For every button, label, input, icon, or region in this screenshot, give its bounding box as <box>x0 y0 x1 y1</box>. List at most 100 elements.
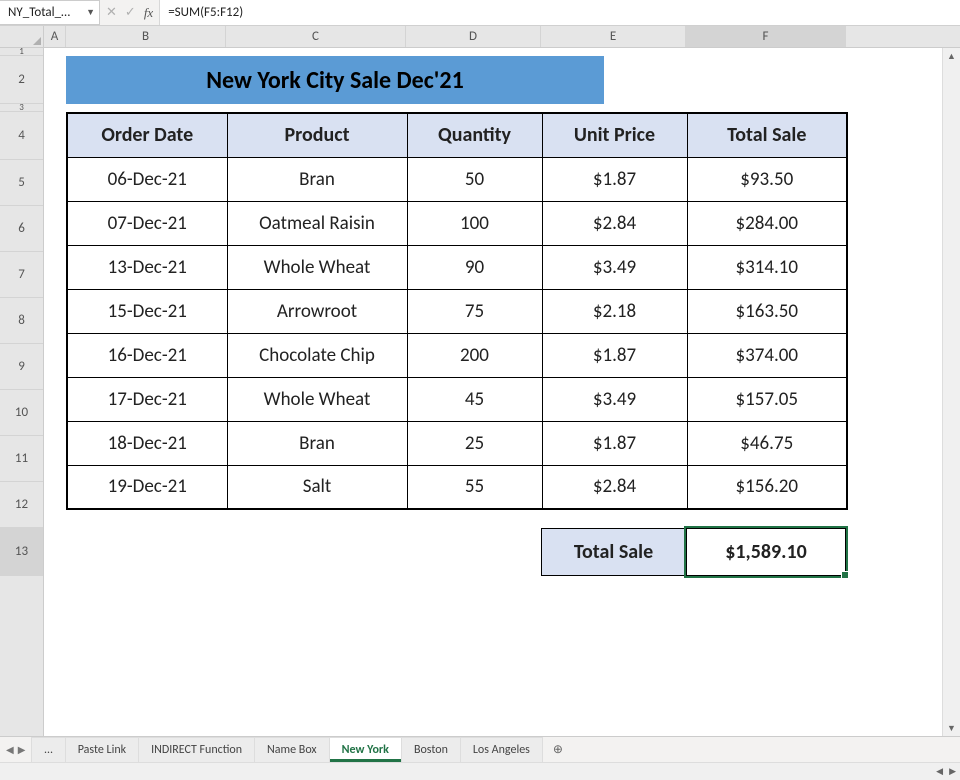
col-F[interactable]: F <box>686 26 846 47</box>
table-row: 16-Dec-21Chocolate Chip200$1.87$374.00 <box>67 333 847 377</box>
tab-indirect[interactable]: INDIRECT Function <box>139 737 255 762</box>
row-8[interactable]: 8 <box>0 298 43 344</box>
cell-price[interactable]: $1.87 <box>542 421 687 465</box>
row-13[interactable]: 13 <box>0 528 43 576</box>
cell-qty[interactable]: 75 <box>407 289 542 333</box>
cell-product[interactable]: Whole Wheat <box>227 245 407 289</box>
cell-total[interactable]: $46.75 <box>687 421 847 465</box>
cell-qty[interactable]: 45 <box>407 377 542 421</box>
tab-paste-link[interactable]: Paste Link <box>66 737 139 762</box>
formula-bar: NY_Total_… ▼ ✕ ✓ fx =SUM(F5:F12) <box>0 0 960 26</box>
cell-price[interactable]: $2.84 <box>542 465 687 509</box>
th-quantity[interactable]: Quantity <box>407 113 542 157</box>
tab-new-york[interactable]: New York <box>330 737 402 762</box>
tab-los-angeles[interactable]: Los Angeles <box>461 737 543 762</box>
cell-qty[interactable]: 200 <box>407 333 542 377</box>
cell-total[interactable]: $284.00 <box>687 201 847 245</box>
tab-nav-next-icon[interactable]: ▶ <box>18 743 26 756</box>
col-A[interactable]: A <box>44 26 66 47</box>
row-6[interactable]: 6 <box>0 206 43 252</box>
row-9[interactable]: 9 <box>0 344 43 390</box>
table-row: 19-Dec-21Salt55$2.84$156.20 <box>67 465 847 509</box>
name-box-text: NY_Total_… <box>8 5 70 20</box>
name-box[interactable]: NY_Total_… ▼ <box>0 0 100 25</box>
cell-price[interactable]: $1.87 <box>542 333 687 377</box>
cell-total[interactable]: $157.05 <box>687 377 847 421</box>
add-sheet-button[interactable]: ⊕ <box>543 737 573 762</box>
cell-date[interactable]: 13-Dec-21 <box>67 245 227 289</box>
cell-product[interactable]: Whole Wheat <box>227 377 407 421</box>
table-row: 17-Dec-21Whole Wheat45$3.49$157.05 <box>67 377 847 421</box>
cell-date[interactable]: 19-Dec-21 <box>67 465 227 509</box>
scroll-up-icon[interactable]: ▲ <box>943 48 960 64</box>
row-11[interactable]: 11 <box>0 436 43 482</box>
tab-namebox[interactable]: Name Box <box>255 737 330 762</box>
th-orderdate[interactable]: Order Date <box>67 113 227 157</box>
cell-total[interactable]: $93.50 <box>687 157 847 201</box>
cell-price[interactable]: $3.49 <box>542 377 687 421</box>
th-product[interactable]: Product <box>227 113 407 157</box>
cell-price[interactable]: $2.84 <box>542 201 687 245</box>
row-3[interactable]: 3 <box>0 104 43 112</box>
column-headers: A B C D E F <box>0 26 960 48</box>
cell-product[interactable]: Bran <box>227 157 407 201</box>
cancel-formula-icon[interactable]: ✕ <box>106 5 117 20</box>
cell-date[interactable]: 06-Dec-21 <box>67 157 227 201</box>
row-4[interactable]: 4 <box>0 112 43 160</box>
cell-date[interactable]: 15-Dec-21 <box>67 289 227 333</box>
cell-total[interactable]: $374.00 <box>687 333 847 377</box>
row-7[interactable]: 7 <box>0 252 43 298</box>
tab-nav-prev-icon[interactable]: ◀ <box>6 743 14 756</box>
cell-product[interactable]: Oatmeal Raisin <box>227 201 407 245</box>
cell-price[interactable]: $3.49 <box>542 245 687 289</box>
scroll-left-icon[interactable]: ◀ <box>936 766 943 777</box>
th-totalsale[interactable]: Total Sale <box>687 113 847 157</box>
table-row: 18-Dec-21Bran25$1.87$46.75 <box>67 421 847 465</box>
row-5[interactable]: 5 <box>0 160 43 206</box>
chevron-down-icon[interactable]: ▼ <box>86 7 95 18</box>
cell-date[interactable]: 07-Dec-21 <box>67 201 227 245</box>
row-10[interactable]: 10 <box>0 390 43 436</box>
cell-price[interactable]: $1.87 <box>542 157 687 201</box>
cell-qty[interactable]: 100 <box>407 201 542 245</box>
col-D[interactable]: D <box>406 26 541 47</box>
cell-total[interactable]: $156.20 <box>687 465 847 509</box>
row-2[interactable]: 2 <box>0 56 43 104</box>
tab-ellipsis[interactable]: … <box>32 737 65 762</box>
cell-product[interactable]: Arrowroot <box>227 289 407 333</box>
cell-product[interactable]: Chocolate Chip <box>227 333 407 377</box>
horizontal-scrollbar[interactable]: ◀ ▶ <box>0 762 960 780</box>
total-sale-label-cell[interactable]: Total Sale <box>541 528 686 576</box>
th-unitprice[interactable]: Unit Price <box>542 113 687 157</box>
fx-icon[interactable]: fx <box>144 5 153 21</box>
cell-product[interactable]: Bran <box>227 421 407 465</box>
cell-qty[interactable]: 55 <box>407 465 542 509</box>
col-E[interactable]: E <box>541 26 686 47</box>
spreadsheet-grid: A B C D E F 1 2 3 4 5 6 7 8 9 10 11 12 1… <box>0 26 960 736</box>
col-B[interactable]: B <box>66 26 226 47</box>
scroll-down-icon[interactable]: ▼ <box>943 720 960 736</box>
cell-price[interactable]: $2.18 <box>542 289 687 333</box>
vertical-scrollbar[interactable]: ▲ ▼ <box>942 48 960 736</box>
cell-qty[interactable]: 90 <box>407 245 542 289</box>
cell-date[interactable]: 18-Dec-21 <box>67 421 227 465</box>
row-1[interactable]: 1 <box>0 48 43 56</box>
cell-product[interactable]: Salt <box>227 465 407 509</box>
scroll-right-icon[interactable]: ▶ <box>949 766 956 777</box>
tab-boston[interactable]: Boston <box>402 737 461 762</box>
table-row: 07-Dec-21Oatmeal Raisin100$2.84$284.00 <box>67 201 847 245</box>
cell-date[interactable]: 16-Dec-21 <box>67 333 227 377</box>
row-12[interactable]: 12 <box>0 482 43 528</box>
total-sale-value-cell[interactable]: $1,589.10 <box>686 528 846 576</box>
select-all-corner[interactable] <box>0 26 44 47</box>
cell-total[interactable]: $163.50 <box>687 289 847 333</box>
tab-nav[interactable]: ◀ ▶ <box>0 737 32 762</box>
cell-total[interactable]: $314.10 <box>687 245 847 289</box>
col-C[interactable]: C <box>226 26 406 47</box>
formula-input[interactable]: =SUM(F5:F12) <box>160 0 960 25</box>
cells-area[interactable]: New York City Sale Dec'21 Order Date Pro… <box>44 48 960 736</box>
accept-formula-icon[interactable]: ✓ <box>125 5 136 20</box>
cell-qty[interactable]: 25 <box>407 421 542 465</box>
cell-date[interactable]: 17-Dec-21 <box>67 377 227 421</box>
cell-qty[interactable]: 50 <box>407 157 542 201</box>
